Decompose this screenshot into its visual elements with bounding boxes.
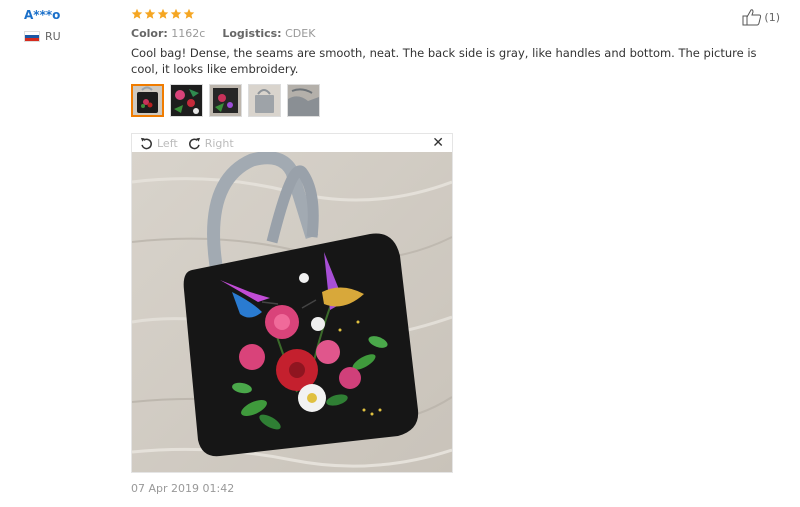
rotate-left-label: Left (157, 136, 178, 150)
review-photo-large (132, 152, 452, 472)
logistics-label: Logistics: (222, 27, 282, 40)
photo-viewer: Left Right ✕ (131, 133, 453, 473)
close-icon[interactable]: ✕ (432, 136, 444, 150)
star-icon (131, 8, 143, 19)
review-item: A***o RU Color: 1162c Logistics: CDEK Co… (0, 0, 800, 507)
order-info: Color: 1162c Logistics: CDEK (131, 27, 771, 40)
review-date: 07 Apr 2019 01:42 (131, 482, 235, 495)
photo-viewer-toolbar: Left Right ✕ (132, 134, 452, 152)
photo-thumbnail[interactable] (209, 84, 242, 117)
rotate-right-icon (188, 137, 200, 149)
rotate-right-label: Right (204, 136, 234, 150)
photo-thumbnail[interactable] (131, 84, 164, 117)
star-icon (157, 8, 169, 19)
country-code: RU (45, 30, 61, 43)
star-icon (183, 8, 195, 19)
review-text: Cool bag! Dense, the seams are smooth, n… (131, 46, 757, 76)
reviewer-name: A***o (24, 8, 61, 22)
photo-thumbnail[interactable] (248, 84, 281, 117)
thumbs-up-icon (742, 9, 762, 26)
photo-thumbnail[interactable] (287, 84, 320, 117)
star-rating (131, 6, 771, 22)
star-icon (170, 8, 182, 19)
reviewer-country: RU (24, 30, 124, 43)
logistics-value: CDEK (285, 27, 316, 40)
rotate-right-button[interactable]: Right (188, 137, 234, 150)
tote-bag-photo (132, 152, 452, 472)
star-icon (144, 8, 156, 19)
helpful-like-button[interactable]: (1) (742, 8, 780, 26)
rotate-left-icon (140, 137, 152, 149)
photo-thumbnail[interactable] (170, 84, 203, 117)
russia-flag-icon (24, 31, 40, 42)
rotate-left-button[interactable]: Left (140, 137, 178, 150)
like-count: (1) (764, 10, 780, 24)
color-label: Color: (131, 27, 168, 40)
review-photo-thumbnails (131, 84, 771, 117)
color-value: 1162c (171, 27, 206, 40)
review-content: Color: 1162c Logistics: CDEK Cool bag! D… (131, 6, 771, 117)
reviewer-info: A***o RU (24, 8, 124, 43)
